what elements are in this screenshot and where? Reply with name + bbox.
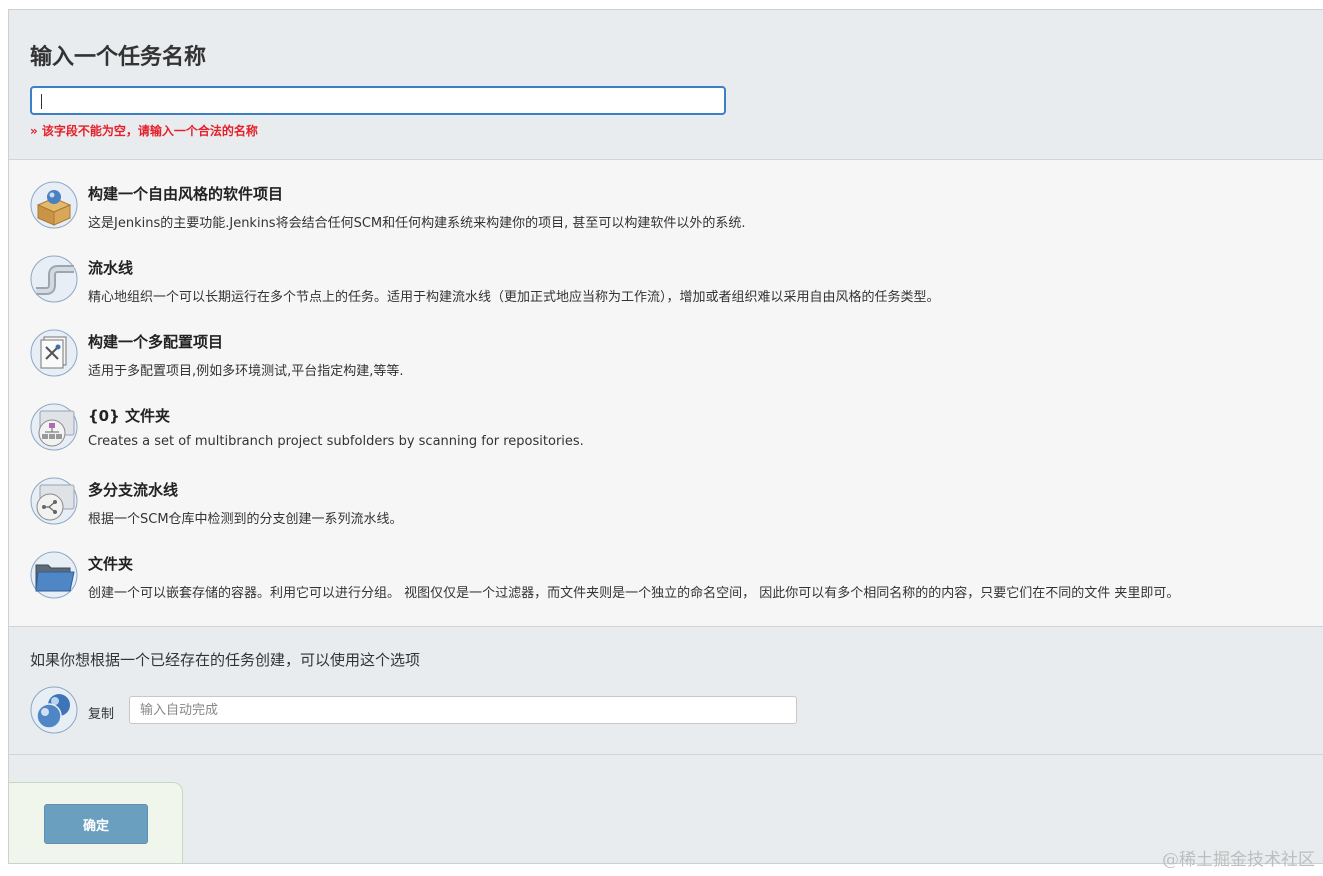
type-option-organization-folder[interactable]: {0} 文件夹 Creates a set of multibranch pro… bbox=[9, 382, 1323, 452]
item-type-list: 构建一个自由风格的软件项目 这是Jenkins的主要功能.Jenkins将会结合… bbox=[9, 160, 1323, 627]
validation-error: » 该字段不能为空，请输入一个合法的名称 bbox=[30, 124, 258, 138]
multibranch-pipeline-icon bbox=[30, 477, 78, 525]
folder-icon bbox=[30, 551, 78, 599]
type-title: {0} 文件夹 bbox=[88, 407, 171, 425]
type-option-freestyle[interactable]: 构建一个自由风格的软件项目 这是Jenkins的主要功能.Jenkins将会结合… bbox=[9, 160, 1323, 231]
type-title: 构建一个自由风格的软件项目 bbox=[88, 185, 284, 203]
ok-button[interactable]: 确定 bbox=[44, 804, 148, 844]
type-title: 多分支流水线 bbox=[88, 481, 179, 499]
type-description: 根据一个SCM仓库中检测到的分支创建一系列流水线。 bbox=[88, 512, 403, 527]
multi-configuration-project-icon bbox=[30, 329, 78, 377]
type-description: 这是Jenkins的主要功能.Jenkins将会结合任何SCM和任何构建系统来构… bbox=[88, 216, 746, 231]
type-description: Creates a set of multibranch project sub… bbox=[88, 434, 584, 449]
type-title: 文件夹 bbox=[88, 555, 134, 573]
type-option-multi-configuration[interactable]: 构建一个多配置项目 适用于多配置项目,例如多环境测试,平台指定构建,等等. bbox=[9, 308, 1323, 379]
item-name-input[interactable] bbox=[30, 86, 726, 115]
new-item-page: 输入一个任务名称 » 该字段不能为空，请输入一个合法的名称 构建一个自由风格的软… bbox=[8, 9, 1323, 864]
text-caret bbox=[41, 94, 42, 109]
footer-bar: 确定 bbox=[9, 782, 183, 863]
type-title: 构建一个多配置项目 bbox=[88, 333, 224, 351]
type-option-folder[interactable]: 文件夹 创建一个可以嵌套存储的容器。利用它可以进行分组。 视图仅仅是一个过滤器，… bbox=[9, 530, 1323, 601]
type-description: 适用于多配置项目,例如多环境测试,平台指定构建,等等. bbox=[88, 364, 404, 379]
organization-folder-icon bbox=[30, 403, 78, 451]
copy-label: 复制 bbox=[88, 707, 115, 722]
type-description: 精心地组织一个可以长期运行在多个节点上的任务。适用于构建流水线（更加正式地应当称… bbox=[88, 290, 940, 305]
page-title: 输入一个任务名称 bbox=[30, 45, 207, 70]
pipeline-icon bbox=[30, 255, 78, 303]
copy-job-icon bbox=[30, 686, 78, 734]
freestyle-project-icon bbox=[30, 181, 78, 229]
copy-from-input[interactable] bbox=[129, 696, 797, 724]
type-title: 流水线 bbox=[88, 259, 134, 277]
type-option-multibranch-pipeline[interactable]: 多分支流水线 根据一个SCM仓库中检测到的分支创建一系列流水线。 bbox=[9, 456, 1323, 527]
item-name-section: 输入一个任务名称 » 该字段不能为空，请输入一个合法的名称 bbox=[9, 10, 1323, 160]
type-description: 创建一个可以嵌套存储的容器。利用它可以进行分组。 视图仅仅是一个过滤器，而文件夹… bbox=[88, 586, 1180, 601]
copy-heading: 如果你想根据一个已经存在的任务创建，可以使用这个选项 bbox=[30, 651, 421, 669]
type-option-pipeline[interactable]: 流水线 精心地组织一个可以长期运行在多个节点上的任务。适用于构建流水线（更加正式… bbox=[9, 234, 1323, 305]
copy-from-section: 如果你想根据一个已经存在的任务创建，可以使用这个选项 复制 bbox=[9, 627, 1323, 755]
watermark: @稀土掘金技术社区 bbox=[1162, 850, 1315, 870]
